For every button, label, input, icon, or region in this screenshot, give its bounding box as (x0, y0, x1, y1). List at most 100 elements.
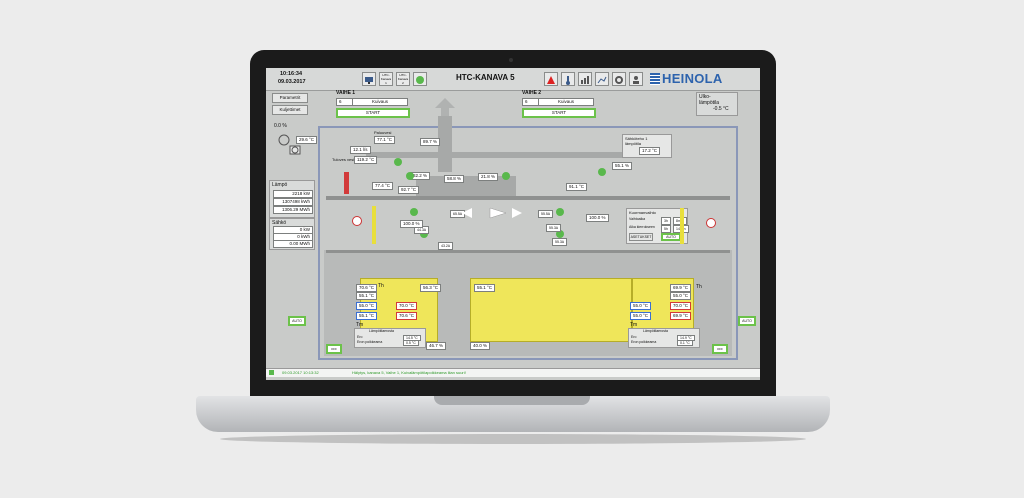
status-bar: 09.03.2017 10:13:32 Hälytys, kanava 5, V… (266, 368, 760, 377)
phase2-start-button[interactable]: START (522, 108, 596, 118)
htc-kanava-1-button[interactable]: HTC-Kanava 1 (379, 72, 393, 86)
heater-left-bar (372, 206, 376, 244)
paluu-value: 77.1 °C (374, 136, 396, 144)
kierros-hours: 5h (661, 225, 671, 233)
lampo-panel: Lämpö 2218 kW 1307498 kWh 1306.29 MWh (269, 180, 315, 218)
kuorma-auto-button[interactable]: AUTO (661, 233, 681, 241)
right-t1: 69.9 °C (670, 284, 692, 292)
valve-right-icon (706, 218, 716, 228)
user-icon-button[interactable] (629, 72, 643, 86)
phase2-mode: Kuivaus (538, 98, 594, 106)
heinola-logo: HEINOLA (650, 71, 750, 86)
fan-icon-3 (502, 172, 510, 180)
fan-current-d: 55.3A (546, 224, 562, 232)
fan-icon-4 (598, 168, 606, 176)
heat-value: 17.2 °C (639, 147, 661, 155)
laptop-shadow (220, 434, 806, 444)
tuloves-label: Tuloves vesi (332, 157, 355, 162)
auto-button-right[interactable]: AUTO (738, 316, 756, 326)
heater-right-bar (680, 208, 684, 244)
center-bottom-pct: 40.0 % (470, 342, 491, 350)
trend-icon-button[interactable] (595, 72, 609, 86)
phase1-mode: Kuivaus (352, 98, 408, 106)
heat-panel: Sähköteho 1 lämpötila 17.2 °C (622, 134, 672, 158)
left-top-right-temp: 56.3 °C (420, 284, 442, 292)
left-t4: 55.1 °C (356, 312, 378, 320)
right-t4: 55.0 °C (630, 312, 652, 320)
main-duct (366, 152, 626, 158)
left-th-label: Th (378, 283, 384, 289)
right-difference-panel: Lämpötilaerosta Ero 14.9 °C Eron poikkea… (628, 328, 700, 348)
parametrit-button[interactable]: Parametrit (272, 93, 308, 103)
fan-current-e: 43.2A (438, 242, 454, 250)
status-timestamp: 09.03.2017 10:13:32 (282, 370, 319, 375)
right-ero-label: Ero (631, 335, 637, 339)
auto-button-left[interactable]: AUTO (288, 316, 306, 326)
sahko-panel: Sähkö 0 kW 0 kWh 0.00 MWh (269, 218, 315, 250)
lampo-mwh: 1306.29 MWh (273, 206, 313, 214)
right-pct: 55.1 % (612, 162, 633, 170)
chart-icon-button[interactable] (578, 72, 592, 86)
right-tk-label: Lämpötilaerosta (643, 329, 668, 333)
left-ero-pk-label: Eron poikkeama (357, 340, 383, 344)
refresh-icon-button[interactable] (413, 72, 427, 86)
right-temp: 91.1 °C (566, 183, 588, 191)
damper-pct-b: 58.8 % (444, 175, 465, 183)
left-t6: 70.6 °C (396, 312, 418, 320)
thermometer-icon-button[interactable] (561, 72, 575, 86)
left-t3: 55.0 °C (356, 302, 378, 310)
left-difference-panel: Lämpötilaerosta Ero 14.5 °C Eron poikkea… (354, 328, 426, 348)
lower-ceiling (326, 250, 730, 253)
kuormanvaihto-title: Kuormanvaihto (629, 210, 656, 215)
left-t5: 70.0 °C (396, 302, 418, 310)
phase2-title: VAIHE 2 (522, 90, 542, 96)
outdoor-panel: Ulko- lämpötila -0.5 °C (696, 92, 738, 116)
upper-ceiling (326, 196, 730, 200)
fan-icon-1 (394, 158, 402, 166)
vent-pct-a: 100.0 % (400, 220, 423, 228)
lampo-title: Lämpö (272, 182, 288, 188)
clock-time: 10:16:34 (280, 71, 303, 77)
status-ok-icon (269, 370, 274, 375)
right-th-label: Th (696, 284, 702, 290)
heat-label-2: lämpötila (625, 141, 642, 146)
aika-kierrokseen-label: Aika kierrokseen (629, 225, 655, 229)
fan-unit-icon (278, 134, 301, 155)
left-pct: 92.7 °C (398, 186, 420, 194)
damper-housing (416, 176, 516, 196)
alarm-icon-button[interactable] (544, 72, 558, 86)
fan-current-c: 55.5A (538, 210, 554, 218)
left-ero-pk-value: 0.5 °C (403, 340, 419, 346)
asetukset-button[interactable]: ASETUKSET (629, 233, 653, 241)
right-ero-pk-label: Eron poikkeama (631, 340, 657, 344)
status-message: Hälytys, kanava 5, Vaihe 1, Kuivalämpöti… (352, 370, 466, 375)
chimney-arrow-icon (435, 98, 455, 116)
vent-pct-b: 100.0 % (586, 214, 609, 222)
right-t6: 69.9 °C (670, 312, 692, 320)
damper-percent: 0.0 % (274, 123, 287, 129)
airflow-arrows-icon (462, 207, 522, 219)
fan-icon-5 (410, 208, 418, 216)
camera-icon (509, 58, 513, 62)
lampo-kwh: 1307498 kWh (273, 198, 313, 206)
lampo-kw: 2218 kW (273, 190, 313, 198)
top-percent: 89.7 % (420, 138, 441, 146)
left-tk-label: Lämpötilaerosta (369, 329, 394, 333)
valve-left-icon (352, 216, 362, 226)
kuljettimet-button[interactable]: Kuljettimet (272, 105, 308, 115)
monitor-icon-button[interactable] (362, 72, 376, 86)
htc-kanava-2-button[interactable]: HTC-Kanava 2 (396, 72, 410, 86)
settings-icon-button[interactable] (612, 72, 626, 86)
off-button-left[interactable]: OFF (326, 344, 342, 354)
damper-pct-c: 21.8 % (478, 173, 499, 181)
outdoor-temp: -0.5 °C (713, 106, 729, 112)
vaihtoaika-label: Vaihtoaika (629, 217, 646, 221)
right-t2: 55.0 °C (670, 292, 692, 300)
phase1-start-button[interactable]: START (336, 108, 410, 118)
off-button-right[interactable]: OFF (712, 344, 728, 354)
right-t3: 55.0 °C (630, 302, 652, 310)
flow-value: 12.1 l/s (350, 146, 371, 154)
exhaust-chimney (438, 116, 452, 172)
clock-date: 09.03.2017 (278, 79, 306, 85)
left-ero-label: Ero (357, 335, 363, 339)
